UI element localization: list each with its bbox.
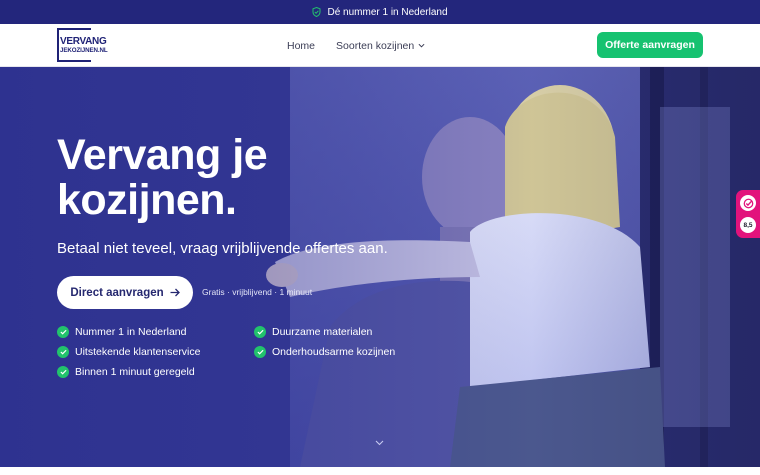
review-check-icon bbox=[740, 195, 756, 211]
announcement-text: Dé nummer 1 in Nederland bbox=[327, 6, 448, 18]
site-header: VERVANG JEKOZIJNEN.NL Home Soorten kozij… bbox=[0, 24, 760, 67]
scroll-down-chevron-icon[interactable] bbox=[375, 440, 384, 446]
feature-item: Binnen 1 minuut geregeld bbox=[57, 366, 195, 378]
feature-item: Uitstekende klantenservice bbox=[57, 346, 200, 358]
arrow-right-icon bbox=[170, 288, 180, 297]
site-logo[interactable]: VERVANG JEKOZIJNEN.NL bbox=[57, 28, 109, 62]
nav-item-home[interactable]: Home bbox=[287, 40, 315, 52]
shield-check-icon bbox=[312, 7, 321, 17]
main-nav: Home Soorten kozijnen bbox=[287, 24, 425, 67]
feature-label: Binnen 1 minuut geregeld bbox=[75, 366, 195, 378]
hero-overlay bbox=[0, 67, 760, 467]
review-widget[interactable]: 8,5 bbox=[736, 190, 760, 238]
logo-line-2: JEKOZIJNEN.NL bbox=[60, 47, 108, 54]
check-icon bbox=[57, 326, 69, 338]
check-icon bbox=[254, 346, 266, 358]
hero-subtitle: Betaal niet teveel, vraag vrijblijvende … bbox=[57, 240, 388, 257]
hero-title: Vervang je kozijnen. bbox=[57, 131, 268, 224]
hero-section: Vervang je kozijnen. Betaal niet teveel,… bbox=[0, 67, 760, 467]
check-icon bbox=[57, 366, 69, 378]
nav-item-label: Home bbox=[287, 39, 316, 52]
feature-label: Uitstekende klantenservice bbox=[75, 346, 201, 358]
check-icon bbox=[57, 346, 69, 358]
feature-item: Duurzame materialen bbox=[254, 326, 372, 338]
direct-request-button[interactable]: Direct aanvragen bbox=[57, 276, 193, 309]
check-icon bbox=[254, 326, 266, 338]
feature-item: Onderhoudsarme kozijnen bbox=[254, 346, 395, 358]
direct-request-label: Direct aanvragen bbox=[70, 286, 164, 299]
review-score: 8,5 bbox=[740, 217, 756, 233]
chevron-down-icon bbox=[418, 43, 425, 48]
page-bottom-strip bbox=[0, 467, 760, 475]
feature-label: Nummer 1 in Nederland bbox=[75, 326, 187, 338]
feature-label: Duurzame materialen bbox=[272, 326, 373, 338]
logo-line-1: VERVANG bbox=[60, 36, 107, 47]
hero-note: Gratis · vrijblijvend · 1 minuut bbox=[202, 287, 313, 297]
announcement-bar: Dé nummer 1 in Nederland bbox=[0, 0, 760, 24]
nav-item-soorten-kozijnen[interactable]: Soorten kozijnen bbox=[336, 40, 425, 52]
feature-label: Onderhoudsarme kozijnen bbox=[272, 346, 396, 358]
nav-item-label: Soorten kozijnen bbox=[336, 39, 415, 52]
feature-item: Nummer 1 in Nederland bbox=[57, 326, 186, 338]
request-quote-button[interactable]: Offerte aanvragen bbox=[597, 32, 703, 58]
